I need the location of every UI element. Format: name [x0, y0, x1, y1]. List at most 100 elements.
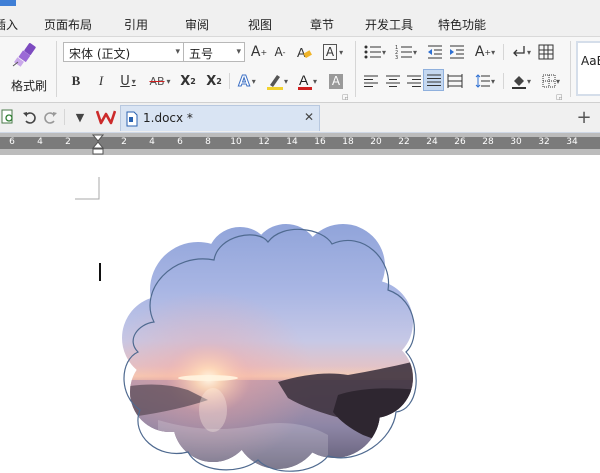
decrease-indent-button[interactable]	[425, 42, 445, 62]
ribbon-separator	[229, 73, 230, 89]
format-painter-label: 格式刷	[11, 79, 48, 93]
char-shading-button[interactable]: A	[326, 71, 346, 91]
svg-text:A: A	[299, 72, 309, 88]
paragraph-group-launcher-icon[interactable]: ◲	[556, 93, 563, 101]
table-button[interactable]	[537, 42, 555, 62]
undo-button[interactable]	[20, 108, 38, 126]
decrease-indent-icon	[428, 45, 442, 59]
text-cursor	[99, 263, 101, 281]
ribbon-separator	[570, 41, 571, 97]
ruler-number: 30	[510, 137, 522, 147]
format-painter-button[interactable]: 格式刷	[0, 40, 50, 100]
menu-developer[interactable]: 开发工具	[365, 16, 413, 33]
menu-view[interactable]: 视图	[248, 16, 272, 33]
char-border-button[interactable]: A ▾	[318, 42, 348, 62]
align-left-icon	[364, 75, 378, 87]
ruler-number: 24	[426, 137, 438, 147]
clear-format-icon: A	[297, 45, 312, 60]
print-preview-icon	[1, 109, 13, 124]
italic-button[interactable]: I	[92, 71, 110, 91]
menu-review[interactable]: 审阅	[185, 16, 209, 33]
line-spacing-icon	[475, 74, 490, 88]
subscript-button[interactable]: X2	[204, 71, 224, 91]
ruler-number: 4	[149, 137, 155, 147]
ruler-number: 20	[370, 137, 382, 147]
chevron-down-icon: ▾	[175, 47, 180, 57]
bullets-button[interactable]: ▾	[361, 42, 389, 62]
table-grid-icon	[538, 44, 554, 60]
new-tab-button[interactable]: +	[574, 106, 594, 128]
text-effect-icon: A	[238, 72, 251, 91]
menu-accent-strip	[0, 0, 16, 6]
redo-icon	[44, 112, 57, 124]
wps-logo[interactable]	[95, 107, 117, 127]
menu-page-layout[interactable]: 页面布局	[44, 16, 92, 33]
undo-icon	[23, 112, 36, 124]
bold-button[interactable]: B	[67, 71, 85, 91]
align-right-button[interactable]	[405, 71, 423, 91]
close-tab-icon[interactable]: ✕	[304, 110, 314, 124]
borders-icon	[542, 74, 556, 88]
distributed-icon	[447, 74, 463, 88]
page-margin-corner-mark	[75, 177, 100, 200]
numbering-button[interactable]: 1 2 3 ▾	[392, 42, 420, 62]
ruler-number: 18	[342, 137, 354, 147]
font-name-select[interactable]: 宋体 (正文) ▾	[63, 42, 184, 62]
line-break-icon	[513, 46, 525, 57]
ruler-number: 6	[9, 137, 15, 147]
superscript-button[interactable]: X2	[178, 71, 198, 91]
increase-indent-button[interactable]	[447, 42, 467, 62]
ruler-number: 26	[454, 137, 466, 147]
char-shading-icon: A	[328, 73, 344, 89]
font-name-value: 宋体 (正文)	[69, 47, 131, 61]
shrink-font-button[interactable]: A-	[271, 42, 289, 62]
shading-button[interactable]: ▾	[507, 71, 535, 91]
distributed-button[interactable]	[446, 71, 464, 91]
font-size-value: 五号	[189, 47, 214, 61]
line-break-button[interactable]: ▾	[508, 42, 534, 62]
ribbon-separator	[355, 41, 356, 97]
font-size-select[interactable]: 五号 ▾	[183, 42, 245, 62]
borders-button[interactable]: ▾	[538, 71, 564, 91]
justify-icon	[426, 74, 441, 86]
bullet-list-icon	[364, 45, 381, 59]
ruler-number: 22	[398, 137, 410, 147]
menu-section[interactable]: 章节	[310, 16, 334, 33]
print-preview-button[interactable]	[0, 108, 16, 126]
redo-button[interactable]	[42, 108, 60, 126]
numbered-list-icon: 123	[395, 45, 412, 60]
document-icon	[126, 111, 138, 127]
menu-references[interactable]: 引用	[124, 16, 148, 33]
style-gallery[interactable]: AaBb	[576, 41, 600, 96]
strikethrough-button[interactable]: AB ▾	[145, 71, 175, 91]
indent-marker-icon[interactable]	[92, 134, 104, 156]
menu-insert[interactable]: 插入	[0, 16, 18, 33]
text-effect-button[interactable]: A ▾	[233, 71, 261, 91]
underline-button[interactable]: U ▾	[115, 71, 141, 91]
increase-indent-icon	[450, 45, 464, 59]
align-center-icon	[386, 75, 400, 87]
ribbon-separator	[56, 41, 57, 97]
wps-logo-icon	[96, 110, 116, 125]
ruler-number: 34	[566, 137, 578, 147]
brush-icon	[12, 43, 36, 67]
align-left-button[interactable]	[362, 71, 380, 91]
justify-button[interactable]	[423, 69, 444, 91]
document-tab[interactable]: 1.docx * ✕	[120, 105, 320, 131]
font-group-launcher-icon[interactable]: ◲	[342, 93, 349, 101]
align-center-button[interactable]	[384, 71, 402, 91]
highlight-button[interactable]: ▾	[263, 71, 291, 91]
ribbon-separator	[503, 73, 504, 89]
font-color-button[interactable]: A ▾	[293, 71, 321, 91]
paint-bucket-icon	[511, 76, 526, 89]
text-direction-button[interactable]: A + ▾	[471, 42, 499, 62]
menu-special-features[interactable]: 特色功能	[438, 16, 486, 33]
cloud-shaped-image[interactable]	[118, 220, 420, 472]
svg-text:3: 3	[395, 55, 398, 60]
grow-font-button[interactable]: A +	[250, 42, 268, 62]
quick-access-dropdown[interactable]: ▼	[72, 108, 88, 126]
chevron-down-icon: ▾	[236, 47, 241, 57]
line-spacing-button[interactable]: ▾	[471, 71, 499, 91]
clear-format-button[interactable]: A	[295, 42, 313, 62]
document-tab-title: 1.docx *	[143, 111, 193, 125]
